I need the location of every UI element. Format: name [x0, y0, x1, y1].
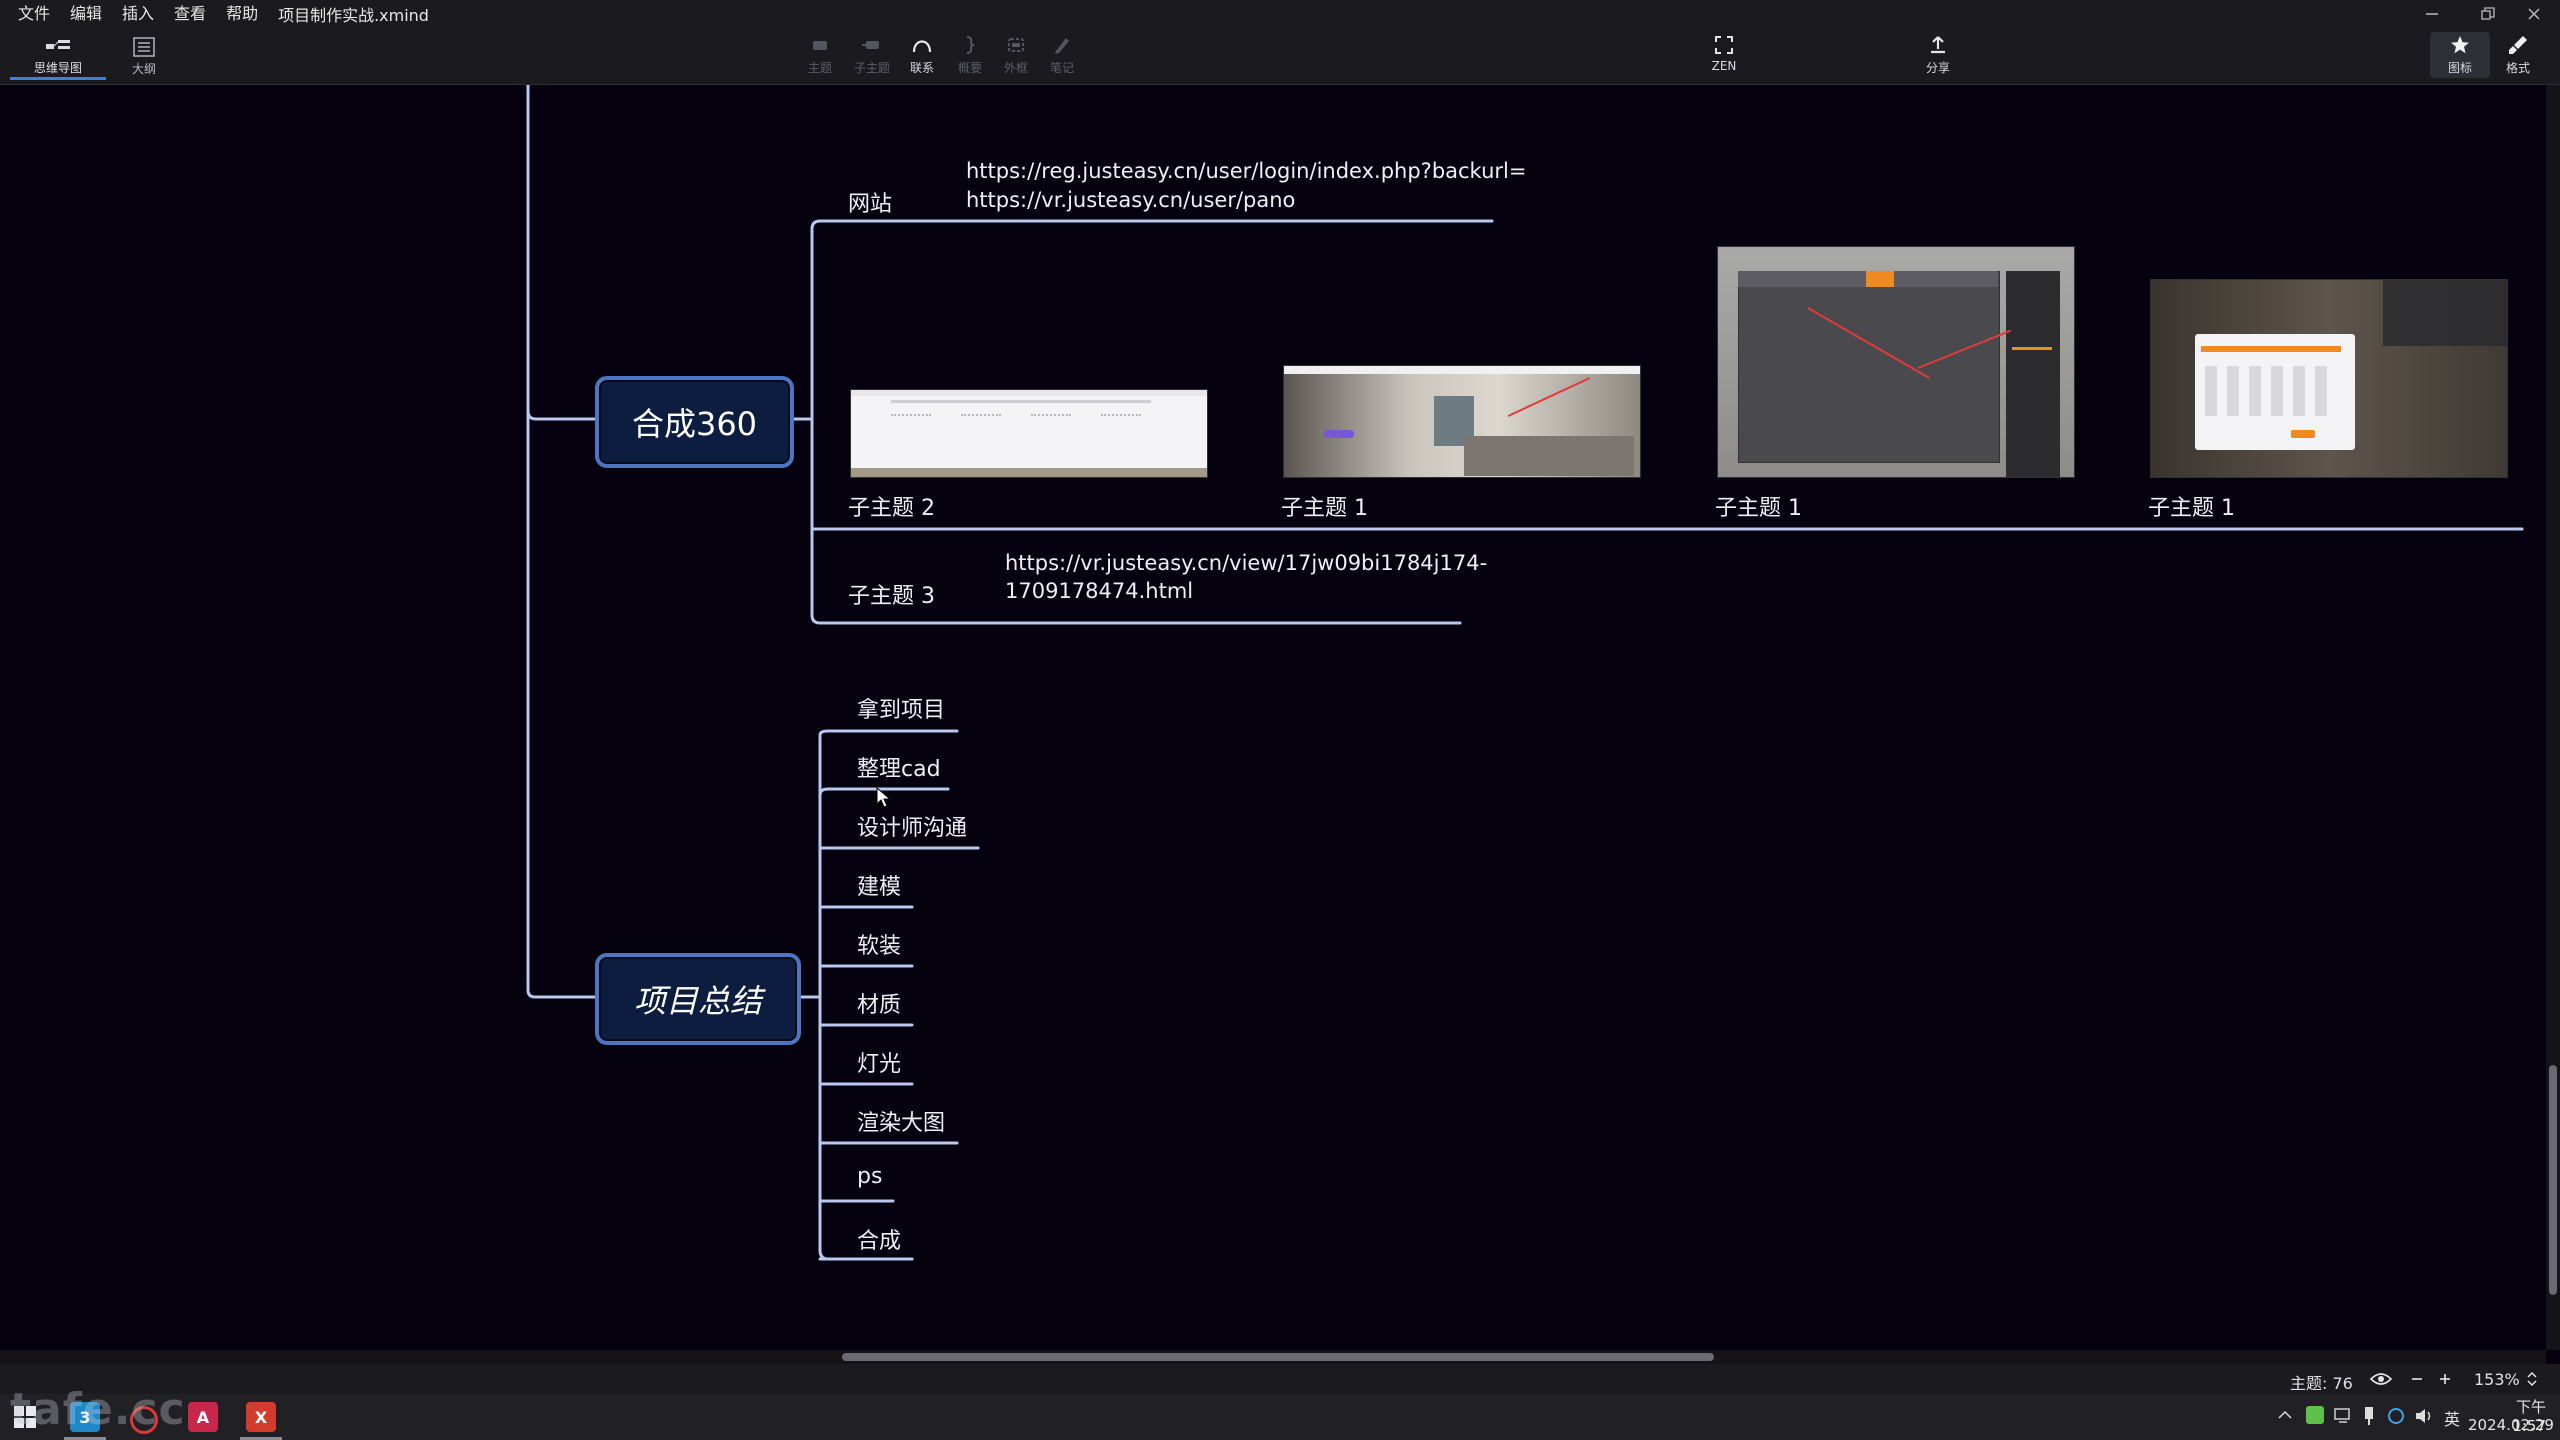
vertical-scroll-thumb[interactable] [2549, 1065, 2557, 1295]
website-topic[interactable]: 网站 [848, 186, 892, 218]
fullscreen-icon [1715, 36, 1733, 54]
summary-item[interactable]: 整理cad [857, 751, 941, 783]
restore-icon [2481, 7, 2495, 20]
summary-item[interactable]: 材质 [857, 987, 901, 1019]
topic-icon [813, 41, 827, 50]
vertical-scrollbar[interactable] [2546, 85, 2560, 1350]
icons-panel-button[interactable]: 图标 [2430, 32, 2490, 78]
eye-icon[interactable] [2370, 1371, 2392, 1387]
clock-date[interactable]: 2024.02.29 [2468, 1416, 2554, 1434]
window-title: 项目制作实战.xmind [278, 6, 429, 25]
screenshot-thumbnail-2[interactable] [1283, 365, 1641, 478]
topic-button-label: 主题 [807, 61, 832, 75]
summary-item[interactable]: 拿到项目 [857, 692, 945, 724]
cloud-sync-icon[interactable] [2386, 1406, 2406, 1426]
image-topic-4-label[interactable]: 子主题 1 [2148, 490, 2235, 522]
outline-view-icon [133, 37, 155, 57]
menu-view[interactable]: 查看 [166, 0, 218, 28]
summary-icon [966, 36, 975, 54]
topic-count: 主题: 76 [2290, 1374, 2353, 1393]
subtopic-3-url-line-2[interactable]: 1709178474.html [1005, 577, 1193, 605]
image-topic-3-label[interactable]: 子主题 1 [1715, 490, 1802, 522]
boundary-icon [1008, 38, 1024, 52]
screenshot-thumbnail-1[interactable] [850, 389, 1208, 478]
relationship-icon [912, 40, 932, 53]
notes-button-label: 笔记 [1049, 61, 1074, 75]
speaker-icon[interactable] [2414, 1406, 2436, 1426]
image-topic-1-label[interactable]: 子主题 2 [848, 490, 935, 522]
toolbar: 思维导图 大纲 主题 子主题 联系 概要 外框 笔记 ZEN 分享 图标 格式 [0, 28, 2560, 85]
status-bar: 主题: 76 153% [0, 1364, 2560, 1394]
taskbar: 3 A X 英 下午 1:57 2024.02.29 [0, 1394, 2560, 1440]
tab-mindmap[interactable]: 思维导图 [10, 34, 106, 80]
menu-file[interactable]: 文件 [0, 0, 62, 28]
zoom-in-icon[interactable] [2438, 1372, 2452, 1386]
summary-item[interactable]: 渲染大图 [857, 1105, 945, 1137]
screenshot-thumbnail-4[interactable] [2150, 279, 2508, 478]
close-icon [2528, 8, 2540, 20]
topic-button[interactable]: 主题 [790, 32, 850, 78]
summary-item[interactable]: 软装 [857, 928, 901, 960]
tab-outline[interactable]: 大纲 [96, 34, 192, 80]
format-panel-button[interactable]: 格式 [2488, 32, 2548, 78]
zoom-out-icon[interactable] [2410, 1372, 2424, 1386]
subtopic-icon [862, 41, 879, 49]
zoom-level[interactable]: 153% [2474, 1370, 2520, 1389]
relationship-button-label: 联系 [909, 61, 934, 75]
central-topic-label: 合成360 [631, 405, 758, 443]
zen-button[interactable]: ZEN [1694, 32, 1754, 78]
usb-icon[interactable] [2362, 1406, 2376, 1426]
central-topic-project-summary[interactable]: 项目总结 [595, 953, 801, 1045]
summary-item[interactable]: 建模 [857, 869, 901, 901]
star-icon [2451, 36, 2469, 54]
screenshot-thumbnail-3[interactable] [1717, 246, 2075, 478]
minimize-icon [2426, 13, 2438, 15]
format-panel-label: 格式 [2505, 61, 2530, 75]
tab-outline-label: 大纲 [131, 62, 156, 76]
subtopic-3-label[interactable]: 子主题 3 [848, 578, 935, 610]
wechat-tray-icon[interactable] [2306, 1406, 2324, 1424]
website-url-line-1[interactable]: https://reg.justeasy.cn/user/login/index… [966, 157, 1526, 185]
summary-item[interactable]: 灯光 [857, 1046, 901, 1078]
zoom-stepper-icon[interactable] [2526, 1370, 2538, 1388]
menu-edit[interactable]: 编辑 [62, 0, 114, 28]
network-icon[interactable] [2334, 1408, 2354, 1424]
horizontal-scroll-thumb[interactable] [842, 1353, 1714, 1361]
summary-button-label: 概要 [957, 61, 982, 75]
share-button-label: 分享 [1925, 61, 1950, 75]
summary-item[interactable]: ps [857, 1164, 882, 1189]
notes-button[interactable]: 笔记 [1032, 32, 1092, 78]
summary-item[interactable]: 设计师沟通 [857, 810, 967, 842]
menu-insert[interactable]: 插入 [114, 0, 166, 28]
central-topic-hecheng360[interactable]: 合成360 [595, 376, 794, 468]
mindmap-canvas[interactable]: 合成360 网站 https://reg.justeasy.cn/user/lo… [0, 85, 2546, 1350]
horizontal-scrollbar[interactable] [0, 1350, 2546, 1364]
website-url-line-2[interactable]: https://vr.justeasy.cn/user/pano [966, 186, 1295, 214]
share-icon [1931, 36, 1945, 54]
image-topic-2-label[interactable]: 子主题 1 [1281, 490, 1368, 522]
chevron-up-icon[interactable] [2278, 1410, 2292, 1420]
close-button[interactable] [2506, 0, 2560, 28]
boundary-button-label: 外框 [1003, 61, 1028, 75]
mouse-cursor-icon [876, 787, 892, 808]
watermark-logo: tafe.cc [10, 1384, 186, 1435]
paintbrush-icon [2509, 36, 2527, 54]
menu-help[interactable]: 帮助 [218, 0, 270, 28]
share-button[interactable]: 分享 [1908, 32, 1968, 78]
notes-icon [1055, 38, 1069, 54]
subtopic-button-label: 子主题 [853, 61, 890, 75]
xmind-app-icon[interactable]: X [246, 1402, 276, 1432]
autocad-app-icon[interactable]: A [188, 1402, 218, 1432]
connector-lines [526, 85, 2524, 1261]
input-method-indicator[interactable]: 英 [2444, 1406, 2460, 1430]
central-topic-label: 项目总结 [633, 982, 762, 1020]
minimize-button[interactable] [2404, 0, 2460, 28]
menu-bar: 文件 编辑 插入 查看 帮助 项目制作实战.xmind [0, 0, 2560, 28]
zen-button-label: ZEN [1711, 59, 1737, 73]
subtopic-3-url-line-1[interactable]: https://vr.justeasy.cn/view/17jw09bi1784… [1005, 549, 1487, 577]
mindmap-view-icon [46, 40, 70, 49]
summary-item[interactable]: 合成 [857, 1223, 901, 1255]
icons-panel-label: 图标 [2447, 61, 2472, 75]
tab-mindmap-label: 思维导图 [33, 61, 82, 75]
